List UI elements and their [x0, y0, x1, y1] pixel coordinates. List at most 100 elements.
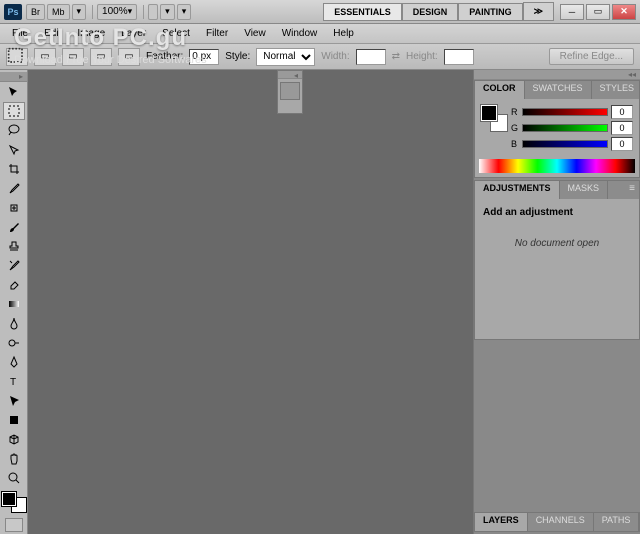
tab-adjustments[interactable]: ADJUSTMENTS: [475, 181, 560, 199]
right-dock: ◂◂ COLOR SWATCHES STYLES ≡ R: [473, 70, 640, 534]
minibridge-button[interactable]: Mb: [47, 4, 70, 20]
width-label: Width:: [321, 51, 349, 62]
foreground-swatch[interactable]: [2, 492, 16, 506]
style-select[interactable]: Normal: [256, 48, 315, 66]
workspace-painting[interactable]: PAINTING: [458, 3, 522, 21]
crop-tool[interactable]: [3, 160, 25, 177]
eyedropper-tool[interactable]: [3, 180, 25, 197]
tab-color[interactable]: COLOR: [475, 81, 525, 99]
zoom-level-dropdown[interactable]: 100% ▾: [97, 4, 137, 20]
height-label: Height:: [406, 51, 438, 62]
healing-tool[interactable]: [3, 199, 25, 216]
color-swatches[interactable]: [2, 492, 26, 512]
tab-paths[interactable]: PATHS: [594, 513, 640, 531]
g-value[interactable]: [611, 121, 633, 135]
r-slider[interactable]: [522, 108, 608, 116]
bridge-button[interactable]: Br: [26, 4, 45, 20]
quick-mask-button[interactable]: [5, 518, 23, 532]
panel-menu-icon[interactable]: ≡: [625, 181, 639, 199]
menu-view[interactable]: View: [236, 26, 274, 41]
zoom-value: 100%: [102, 6, 128, 17]
screen-mode-button[interactable]: ▾: [177, 4, 192, 20]
tab-swatches[interactable]: SWATCHES: [525, 81, 592, 99]
workspace-essentials[interactable]: ESSENTIALS: [323, 3, 402, 21]
blur-tool[interactable]: [3, 315, 25, 332]
height-input: [444, 49, 474, 65]
collapsed-dock: ◂: [277, 70, 303, 114]
separator: [92, 5, 93, 19]
width-input: [356, 49, 386, 65]
subtract-selection-icon[interactable]: ▭: [90, 48, 112, 66]
gradient-tool[interactable]: [3, 295, 25, 312]
toolbar-collapse[interactable]: ▸: [0, 72, 27, 82]
refine-edge-button[interactable]: Refine Edge...: [549, 48, 634, 65]
g-slider[interactable]: [522, 124, 608, 132]
move-tool[interactable]: [3, 83, 25, 100]
shape-tool[interactable]: [3, 411, 25, 428]
app-logo-icon: Ps: [4, 4, 22, 20]
hand-tool[interactable]: [3, 450, 25, 467]
tab-channels[interactable]: CHANNELS: [528, 513, 594, 531]
menu-window[interactable]: Window: [274, 26, 326, 41]
view-extras-button[interactable]: ▾: [72, 4, 87, 20]
type-tool[interactable]: T: [3, 373, 25, 390]
eraser-tool[interactable]: [3, 276, 25, 293]
history-panel-icon[interactable]: [280, 82, 300, 100]
feather-label: Feather:: [146, 51, 183, 62]
menu-layer[interactable]: Layer: [113, 26, 154, 41]
menu-edit[interactable]: Edit: [36, 26, 69, 41]
lasso-tool[interactable]: [3, 122, 25, 139]
r-value[interactable]: [611, 105, 633, 119]
rgb-sliders: R G B: [511, 105, 633, 153]
dodge-tool[interactable]: [3, 334, 25, 351]
close-button[interactable]: ✕: [612, 4, 636, 20]
color-panel-tabs: COLOR SWATCHES STYLES ≡: [475, 81, 639, 99]
no-document-message: No document open: [483, 238, 631, 249]
brush-tool[interactable]: [3, 218, 25, 235]
options-bar: ▭ ▭ ▭ ▭ Feather: Style: Normal Width: ⇄ …: [0, 44, 640, 70]
menu-filter[interactable]: Filter: [198, 26, 236, 41]
quick-select-tool[interactable]: [3, 141, 25, 158]
separator: [143, 5, 144, 19]
marquee-tool[interactable]: [3, 102, 25, 119]
b-value[interactable]: [611, 137, 633, 151]
maximize-button[interactable]: ▭: [586, 4, 610, 20]
hand-tool-button[interactable]: [148, 4, 158, 20]
tab-layers[interactable]: LAYERS: [475, 513, 528, 531]
3d-tool[interactable]: [3, 431, 25, 448]
adjustments-title: Add an adjustment: [483, 207, 631, 218]
color-panel-body: R G B: [475, 99, 639, 159]
pen-tool[interactable]: [3, 353, 25, 370]
tab-styles[interactable]: STYLES: [592, 81, 640, 99]
tool-preset-icon[interactable]: [6, 48, 28, 66]
add-selection-icon[interactable]: ▭: [62, 48, 84, 66]
history-brush-tool[interactable]: [3, 257, 25, 274]
arrange-docs-button[interactable]: ▾: [160, 4, 175, 20]
path-select-tool[interactable]: [3, 392, 25, 409]
menu-file[interactable]: File: [4, 26, 36, 41]
menu-select[interactable]: Select: [154, 26, 198, 41]
menu-help[interactable]: Help: [325, 26, 362, 41]
main-area: ▸ T ◂ ◂◂: [0, 70, 640, 534]
svg-text:T: T: [10, 377, 16, 388]
workspace-more[interactable]: ≫: [523, 2, 554, 21]
minimize-button[interactable]: ─: [560, 4, 584, 20]
dock-header[interactable]: ◂◂: [474, 70, 640, 80]
color-preview[interactable]: [481, 105, 507, 131]
stamp-tool[interactable]: [3, 238, 25, 255]
document-canvas[interactable]: ◂: [28, 70, 473, 534]
zoom-tool[interactable]: [3, 469, 25, 486]
feather-input[interactable]: [189, 49, 219, 65]
spectrum-picker[interactable]: [479, 159, 635, 173]
fg-color-box[interactable]: [481, 105, 497, 121]
intersect-selection-icon[interactable]: ▭: [118, 48, 140, 66]
adjustments-panel: ADJUSTMENTS MASKS ≡ Add an adjustment No…: [474, 180, 640, 340]
dock-collapse[interactable]: ◂: [278, 71, 302, 79]
workspace-design[interactable]: DESIGN: [402, 3, 459, 21]
tab-masks[interactable]: MASKS: [560, 181, 609, 199]
menu-image[interactable]: Image: [69, 26, 113, 41]
b-slider[interactable]: [522, 140, 608, 148]
layers-tabs: LAYERS CHANNELS PATHS ≡: [475, 513, 639, 531]
dock-spacer: [474, 342, 640, 512]
new-selection-icon[interactable]: ▭: [34, 48, 56, 66]
